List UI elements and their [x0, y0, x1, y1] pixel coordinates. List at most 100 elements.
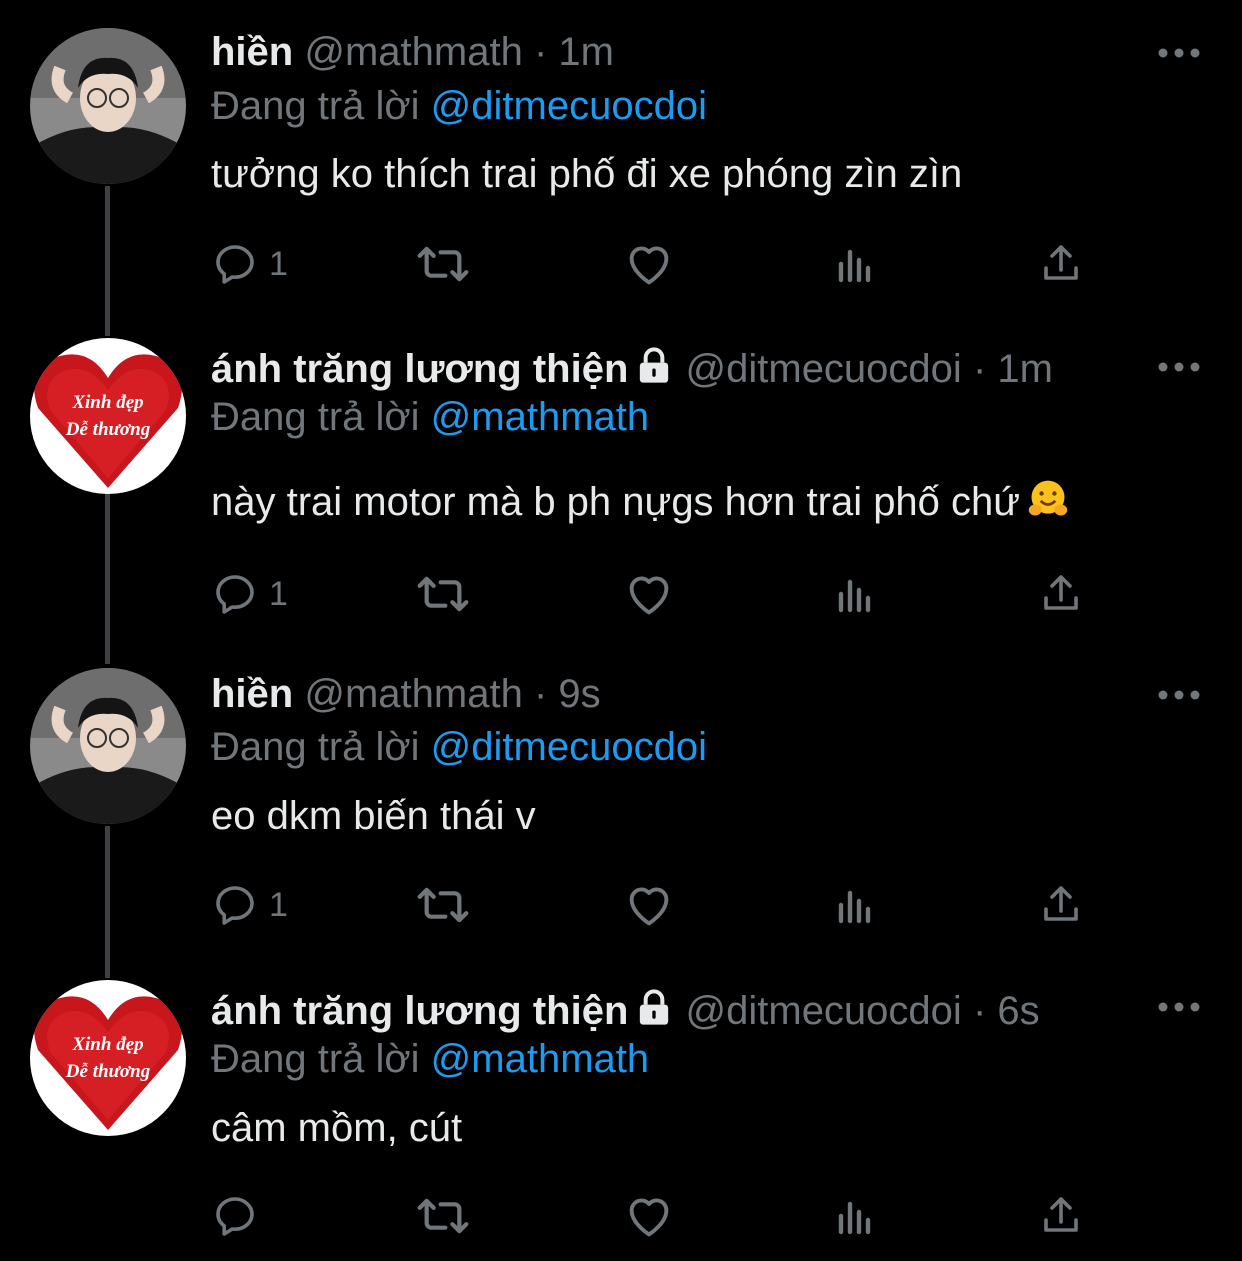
reply-count: 1: [269, 885, 288, 924]
replying-prefix: Đang trả lời: [211, 84, 420, 128]
share-button[interactable]: [1037, 1188, 1085, 1244]
action-bar: 1: [211, 236, 1111, 292]
replying-to: Đang trả lời @mathmath: [211, 393, 649, 441]
heart-icon: [629, 576, 669, 615]
share-icon: [1044, 575, 1078, 610]
hugging-face-emoji-icon: [1028, 480, 1068, 516]
like-button[interactable]: [623, 877, 675, 933]
replying-prefix: Đang trả lời: [211, 395, 420, 439]
user-handle[interactable]: @ditmecuocdoi: [686, 989, 962, 1033]
reply-count: 1: [269, 574, 288, 613]
analytics-button[interactable]: [831, 236, 879, 292]
separator: ·: [972, 989, 987, 1033]
tweet[interactable]: hiền @mathmath · 9s Đang trả lời @ditmec…: [0, 650, 1242, 970]
avatar[interactable]: Xinh đẹp Dễ thương: [30, 338, 186, 494]
more-options-icon[interactable]: [1158, 997, 1200, 1017]
share-icon: [1044, 1197, 1078, 1232]
reply-icon: [216, 575, 254, 614]
timestamp[interactable]: 9s: [558, 672, 600, 716]
more-options-icon[interactable]: [1158, 685, 1200, 705]
retweet-button[interactable]: [415, 236, 471, 292]
tweet[interactable]: Xinh đẹp Dễ thương ánh trăng lương thiện…: [0, 320, 1242, 650]
avatar[interactable]: [30, 668, 186, 824]
like-button[interactable]: [623, 566, 675, 622]
retweet-button[interactable]: [415, 566, 471, 622]
reply-button[interactable]: 1: [211, 566, 288, 622]
mention-link[interactable]: @mathmath: [431, 1037, 649, 1081]
display-name[interactable]: hiền: [211, 672, 293, 716]
heart-icon: [629, 1198, 669, 1237]
analytics-icon: [838, 1201, 871, 1235]
share-button[interactable]: [1037, 877, 1085, 933]
analytics-icon: [838, 249, 871, 283]
action-bar: 1: [211, 877, 1111, 933]
tweet[interactable]: Xinh đẹp Dễ thương ánh trăng lương thiện…: [0, 962, 1242, 1261]
separator: ·: [972, 347, 987, 391]
retweet-button[interactable]: [415, 1188, 471, 1244]
analytics-icon: [838, 579, 871, 613]
display-name[interactable]: ánh trăng lương thiện: [211, 989, 628, 1033]
reply-button[interactable]: 1: [211, 877, 288, 933]
tweet-text: eo dkm biến thái v: [211, 794, 536, 838]
analytics-button[interactable]: [831, 1188, 879, 1244]
mention-link[interactable]: @ditmecuocdoi: [431, 725, 707, 769]
retweet-icon: [417, 887, 469, 923]
retweet-icon: [417, 576, 469, 612]
reply-button[interactable]: 1: [211, 236, 288, 292]
share-icon: [1044, 886, 1078, 921]
heart-icon: [629, 246, 669, 285]
reply-count: 1: [269, 244, 288, 283]
like-button[interactable]: [623, 1188, 675, 1244]
action-bar: 1: [211, 566, 1111, 622]
timestamp[interactable]: 1m: [558, 30, 614, 74]
mention-link[interactable]: @mathmath: [431, 395, 649, 439]
reply-icon: [216, 886, 254, 925]
analytics-button[interactable]: [831, 566, 879, 622]
lock-icon: [640, 989, 669, 1025]
share-icon: [1044, 245, 1078, 280]
display-name[interactable]: ánh trăng lương thiện: [211, 347, 628, 391]
like-button[interactable]: [623, 236, 675, 292]
mention-link[interactable]: @ditmecuocdoi: [431, 84, 707, 128]
avatar[interactable]: Xinh đẹp Dễ thương: [30, 980, 186, 1136]
retweet-button[interactable]: [415, 877, 471, 933]
user-handle[interactable]: @ditmecuocdoi: [686, 347, 962, 391]
analytics-icon: [838, 890, 871, 924]
replying-prefix: Đang trả lời: [211, 1037, 420, 1081]
timestamp[interactable]: 1m: [997, 347, 1053, 391]
tweet[interactable]: hiền @mathmath · 1m Đang trả lời @ditmec…: [0, 0, 1242, 320]
replying-prefix: Đang trả lời: [211, 725, 420, 769]
tweet-header: hiền @mathmath · 1m: [211, 28, 614, 76]
reply-icon: [216, 245, 254, 284]
heart-avatar-icon: Xinh đẹp Dễ thương: [30, 980, 186, 1136]
heart-icon: [629, 887, 669, 926]
lock-icon: [640, 347, 669, 383]
user-handle[interactable]: @mathmath: [304, 30, 522, 74]
separator: ·: [533, 672, 548, 716]
more-options-icon[interactable]: [1158, 357, 1200, 377]
reply-icon: [216, 1197, 254, 1236]
user-photo-icon: [30, 28, 186, 184]
tweet-header: ánh trăng lương thiện @ditmecuocdoi · 1m: [211, 345, 1053, 393]
analytics-button[interactable]: [831, 877, 879, 933]
replying-to: Đang trả lời @mathmath: [211, 1035, 649, 1083]
action-bar: [211, 1188, 1111, 1244]
heart-avatar-icon: Xinh đẹp Dễ thương: [30, 338, 186, 494]
tweet-text: này trai motor mà b ph nựgs hơn trai phố…: [211, 477, 1070, 526]
tweet-header: hiền @mathmath · 9s: [211, 670, 601, 718]
more-options-icon[interactable]: [1158, 43, 1200, 63]
user-photo-icon: [30, 668, 186, 824]
separator: ·: [533, 30, 548, 74]
avatar-text-1: Xinh đẹp: [71, 1034, 143, 1055]
share-button[interactable]: [1037, 566, 1085, 622]
user-handle[interactable]: @mathmath: [304, 672, 522, 716]
display-name[interactable]: hiền: [211, 30, 293, 74]
tweet-text-content: này trai motor mà b ph nựgs hơn trai phố…: [211, 480, 1021, 524]
tweet-text: tưởng ko thích trai phố đi xe phóng zìn …: [211, 152, 963, 196]
replying-to: Đang trả lời @ditmecuocdoi: [211, 723, 707, 771]
reply-button[interactable]: [211, 1188, 269, 1244]
avatar-text-1: Xinh đẹp: [71, 392, 143, 413]
avatar[interactable]: [30, 28, 186, 184]
share-button[interactable]: [1037, 236, 1085, 292]
timestamp[interactable]: 6s: [997, 989, 1039, 1033]
